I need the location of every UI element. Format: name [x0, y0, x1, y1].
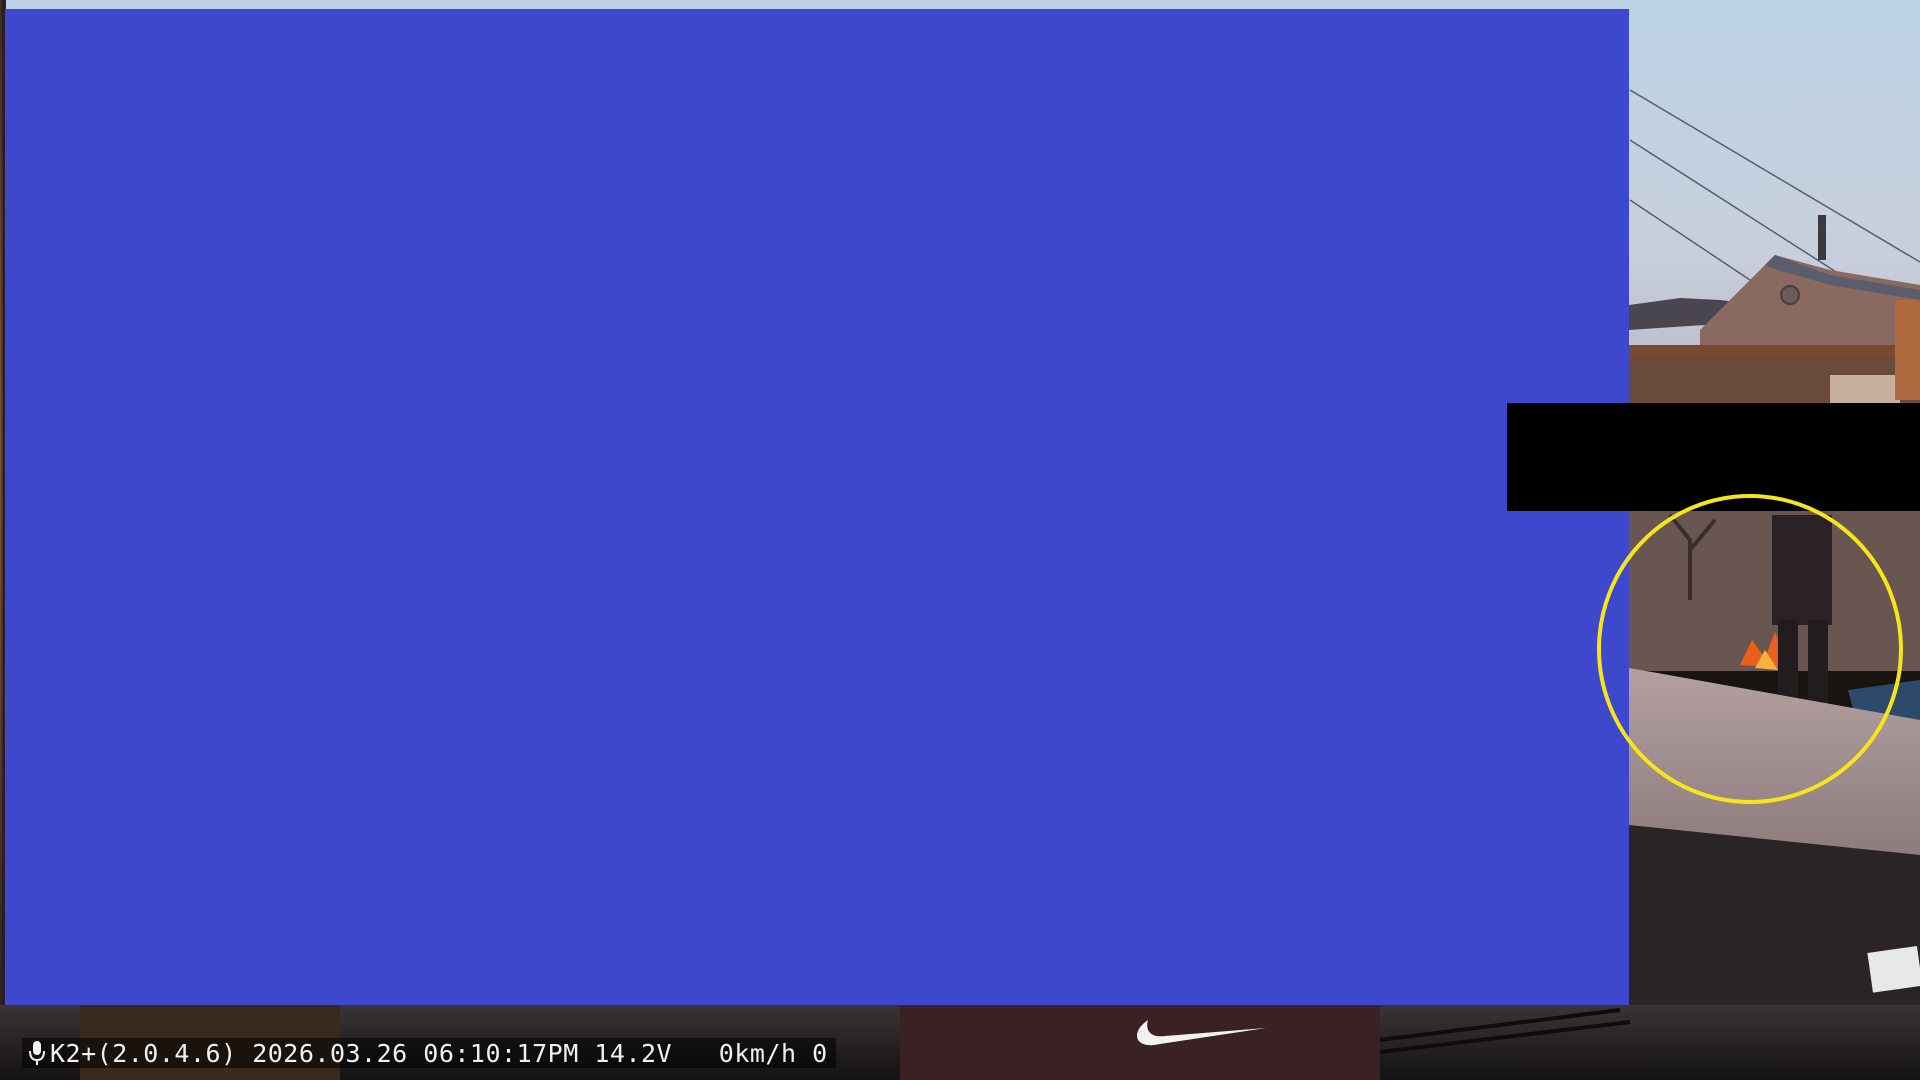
hud-speed: 0km/h 0: [718, 1038, 828, 1068]
hud-voltage: 14.2V: [594, 1038, 673, 1068]
hud-date: 2026.03.26: [252, 1038, 408, 1068]
hud-time: 06:10:17PM: [423, 1038, 579, 1068]
person: [1772, 515, 1832, 720]
black-redaction: [1507, 403, 1920, 511]
dashcam-frame: [0, 0, 1920, 1080]
dashcam-hud: K2+(2.0.4.6) 2026.03.26 06:10:17PM 14.2V…: [22, 1038, 836, 1068]
blue-redaction: [5, 9, 1629, 1005]
microphone-icon: [29, 1041, 45, 1065]
hud-model: K2+(2.0.4.6): [50, 1038, 237, 1068]
